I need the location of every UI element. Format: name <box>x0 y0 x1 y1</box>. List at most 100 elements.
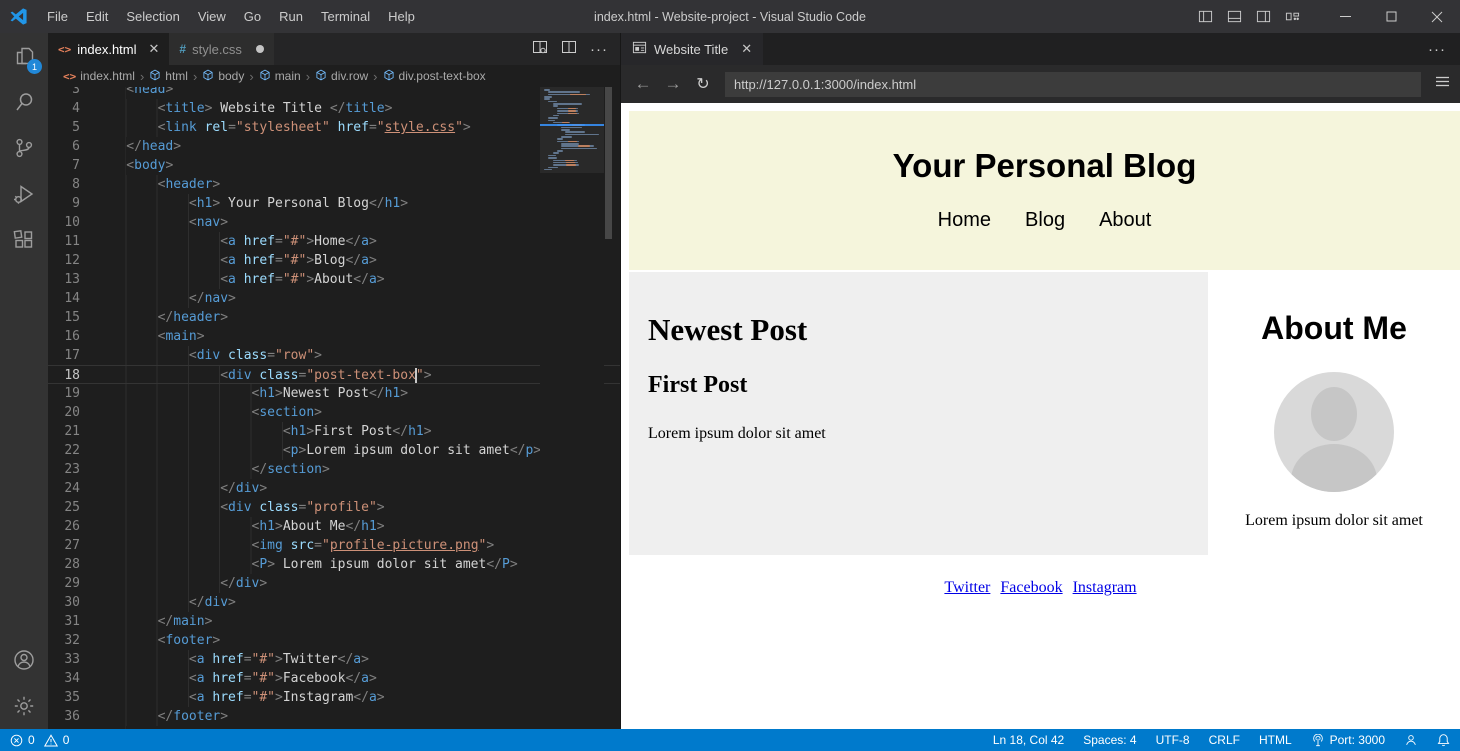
code-line[interactable]: 12<a href="#">Blog</a> <box>48 251 620 270</box>
tab-close-icon[interactable]: ✕ <box>149 41 160 57</box>
explorer-icon[interactable]: 1 <box>0 33 48 79</box>
code-editor[interactable]: 3<head>4<title> Website Title </title>5<… <box>48 87 620 729</box>
code-line[interactable]: 36</footer> <box>48 707 620 726</box>
code-line[interactable]: 11<a href="#">Home</a> <box>48 232 620 251</box>
breadcrumb-item-index.html[interactable]: <>index.html <box>63 69 135 83</box>
browser-menu-icon[interactable] <box>1435 75 1450 93</box>
code-line[interactable]: 5<link rel="stylesheet" href="style.css"… <box>48 118 620 137</box>
breadcrumb-item-html[interactable]: html <box>149 69 188 84</box>
menu-item-terminal[interactable]: Terminal <box>312 0 379 33</box>
feedback-icon[interactable] <box>1404 733 1418 747</box>
code-line[interactable]: 22<p>Lorem ipsum dolor sit amet</p> <box>48 441 620 460</box>
code-line[interactable]: 29</div> <box>48 574 620 593</box>
search-icon[interactable] <box>0 79 48 125</box>
breadcrumb-item-main[interactable]: main <box>259 69 301 84</box>
toggle-sidebar-icon[interactable] <box>1198 9 1213 24</box>
source-control-icon[interactable] <box>0 125 48 171</box>
menu-item-edit[interactable]: Edit <box>77 0 117 33</box>
code-line[interactable]: 32<footer> <box>48 631 620 650</box>
code-line[interactable]: 23</section> <box>48 460 620 479</box>
breadcrumb-item-div.row[interactable]: div.row <box>315 69 368 84</box>
browser-tab[interactable]: Website Title ✕ <box>621 33 763 65</box>
code-line[interactable]: 17<div class="row"> <box>48 346 620 365</box>
code-line[interactable]: 27<img src="profile-picture.png"> <box>48 536 620 555</box>
menu-item-file[interactable]: File <box>38 0 77 33</box>
menu-item-help[interactable]: Help <box>379 0 424 33</box>
code-line[interactable]: 6</head> <box>48 137 620 156</box>
editor-scrollbar[interactable] <box>604 87 613 729</box>
panel-more-actions-icon[interactable]: ··· <box>1428 41 1446 58</box>
code-line[interactable]: 10<nav> <box>48 213 620 232</box>
minimap[interactable] <box>540 87 604 729</box>
menu-item-view[interactable]: View <box>189 0 235 33</box>
code-line[interactable]: 21<h1>First Post</h1> <box>48 422 620 441</box>
site-footer-link-twitter[interactable]: Twitter <box>944 579 990 596</box>
indent-guides <box>95 289 189 308</box>
site-nav-link-home[interactable]: Home <box>938 209 991 231</box>
toggle-panel-icon[interactable] <box>1227 9 1242 24</box>
problems-indicator[interactable]: 0 0 <box>10 733 69 747</box>
url-input[interactable] <box>725 72 1421 97</box>
code-line[interactable]: 31</main> <box>48 612 620 631</box>
customize-layout-icon[interactable] <box>1285 9 1300 24</box>
code-line[interactable]: 3<head> <box>48 87 620 99</box>
code-line[interactable]: 20<section> <box>48 403 620 422</box>
forward-icon[interactable]: → <box>661 74 685 94</box>
minimize-button[interactable] <box>1322 0 1368 33</box>
code-line[interactable]: 34<a href="#">Facebook</a> <box>48 669 620 688</box>
code-line[interactable]: 30</div> <box>48 593 620 612</box>
tab-index.html[interactable]: <>index.html✕ <box>48 33 169 65</box>
language-mode[interactable]: HTML <box>1259 733 1292 747</box>
code-line[interactable]: 14</nav> <box>48 289 620 308</box>
run-debug-icon[interactable] <box>0 171 48 217</box>
code-line[interactable]: 18<div class="post-text-box"> <box>48 365 620 384</box>
settings-gear-icon[interactable] <box>0 683 48 729</box>
code-line[interactable]: 13<a href="#">About</a> <box>48 270 620 289</box>
live-server-port[interactable]: Port: 3000 <box>1311 733 1385 747</box>
code-line[interactable]: 33<a href="#">Twitter</a> <box>48 650 620 669</box>
site-nav-link-about[interactable]: About <box>1099 209 1151 231</box>
accounts-icon[interactable] <box>0 637 48 683</box>
close-window-button[interactable] <box>1414 0 1460 33</box>
encoding[interactable]: UTF-8 <box>1156 733 1190 747</box>
title-bar: FileEditSelectionViewGoRunTerminalHelp i… <box>0 0 1460 33</box>
code-line[interactable]: 16<main> <box>48 327 620 346</box>
reload-icon[interactable]: ↻ <box>691 74 715 94</box>
open-preview-icon[interactable] <box>532 39 548 60</box>
maximize-button[interactable] <box>1368 0 1414 33</box>
code-line[interactable]: 15</header> <box>48 308 620 327</box>
menu-item-run[interactable]: Run <box>270 0 312 33</box>
breadcrumb[interactable]: <>index.html›html›body›main›div.row›div.… <box>48 65 620 87</box>
line-number: 36 <box>48 707 95 726</box>
tab-style.css[interactable]: #style.css <box>169 33 274 65</box>
site-footer-link-instagram[interactable]: Instagram <box>1073 579 1137 596</box>
menu-item-go[interactable]: Go <box>235 0 270 33</box>
extensions-icon[interactable] <box>0 217 48 263</box>
indent-guides <box>95 422 283 441</box>
code-line[interactable]: 26<h1>About Me</h1> <box>48 517 620 536</box>
site-footer-link-facebook[interactable]: Facebook <box>1000 579 1062 596</box>
notifications-bell-icon[interactable] <box>1437 733 1450 747</box>
toggle-secondary-sidebar-icon[interactable] <box>1256 9 1271 24</box>
back-icon[interactable]: ← <box>631 74 655 94</box>
code-line[interactable]: 8<header> <box>48 175 620 194</box>
menu-item-selection[interactable]: Selection <box>117 0 188 33</box>
eol-sequence[interactable]: CRLF <box>1209 733 1240 747</box>
editor-more-actions-icon[interactable]: ··· <box>590 41 608 58</box>
code-line[interactable]: 28<P> Lorem ipsum dolor sit amet</P> <box>48 555 620 574</box>
code-line[interactable]: 25<div class="profile"> <box>48 498 620 517</box>
browser-tab-close-icon[interactable]: ✕ <box>741 41 752 57</box>
code-line[interactable]: 24</div> <box>48 479 620 498</box>
indentation[interactable]: Spaces: 4 <box>1083 733 1136 747</box>
breadcrumb-item-div.post-text-box[interactable]: div.post-text-box <box>383 69 486 84</box>
code-line[interactable]: 9<h1> Your Personal Blog</h1> <box>48 194 620 213</box>
breadcrumb-item-body[interactable]: body <box>202 69 244 84</box>
code-line[interactable]: 4<title> Website Title </title> <box>48 99 620 118</box>
split-editor-icon[interactable] <box>561 39 577 60</box>
cursor-position[interactable]: Ln 18, Col 42 <box>993 733 1064 747</box>
code-line[interactable]: 35<a href="#">Instagram</a> <box>48 688 620 707</box>
code-line[interactable]: 19<h1>Newest Post</h1> <box>48 384 620 403</box>
editor-tab-bar: <>index.html✕#style.css ··· <box>48 33 620 65</box>
site-nav-link-blog[interactable]: Blog <box>1025 209 1065 231</box>
code-line[interactable]: 7<body> <box>48 156 620 175</box>
